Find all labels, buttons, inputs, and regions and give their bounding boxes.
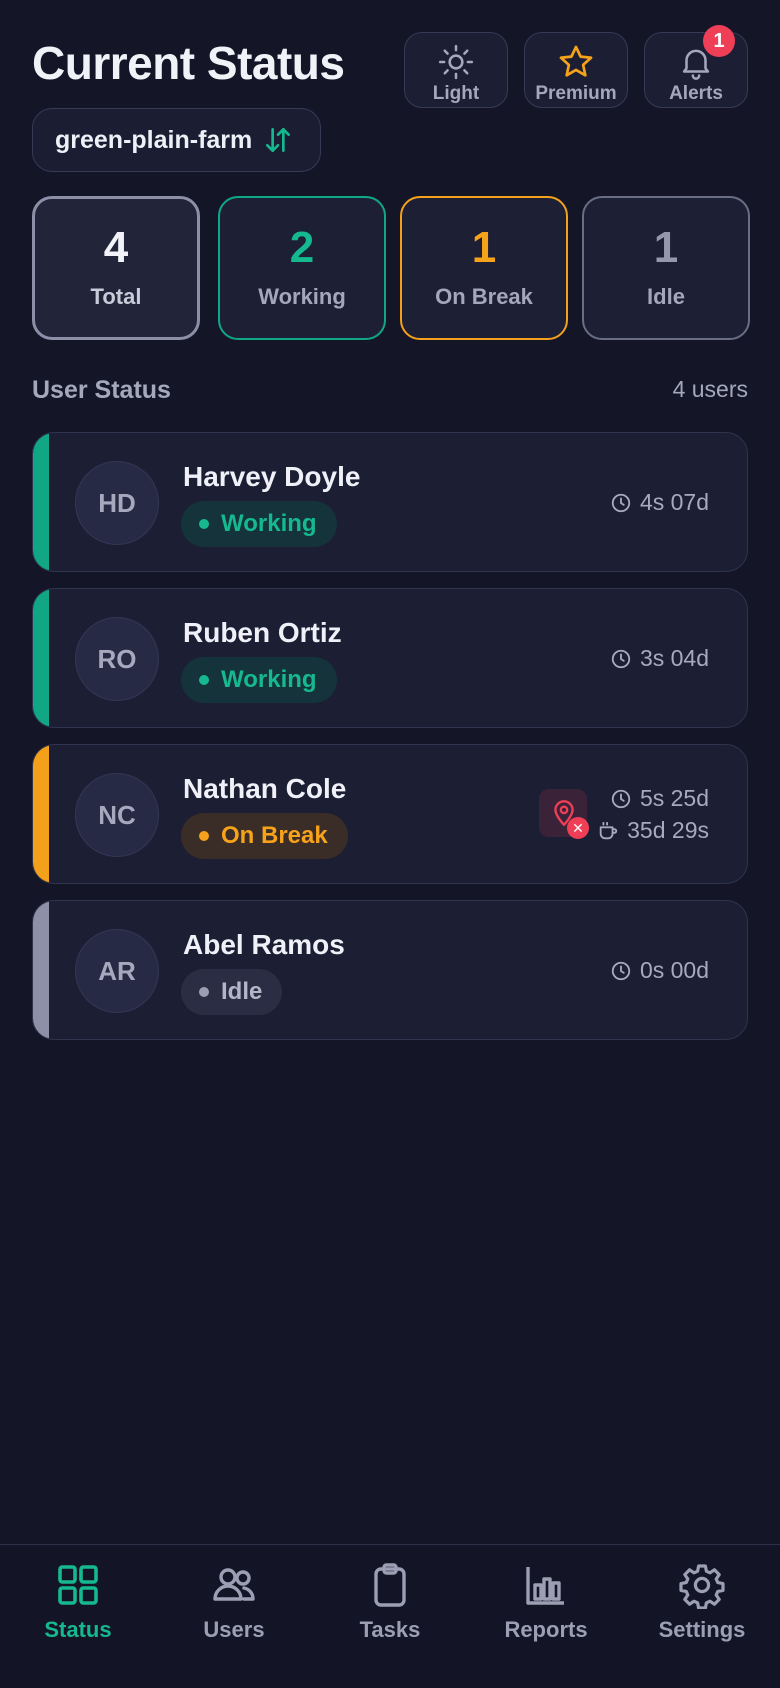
user-name: Harvey Doyle [183, 461, 361, 492]
stat-idle-value: 1 [653, 223, 679, 272]
status-badge: On Break [181, 813, 348, 859]
nav-item-status[interactable]: Status [0, 1561, 156, 1643]
work-duration-value: 0s 00d [639, 957, 709, 983]
alerts-count-badge: 1 [703, 25, 735, 57]
status-badge: Idle [181, 969, 283, 1015]
status-bar [33, 745, 49, 883]
status-badge: Working [181, 501, 337, 547]
clock-icon [611, 649, 631, 668]
clock-icon [611, 789, 631, 808]
status-label: Idle [221, 978, 263, 1005]
stat-on-break-card[interactable]: 1 On Break [400, 196, 568, 340]
user-row-ruben-ortiz[interactable]: RO Ruben Ortiz Working 3s 04d [32, 588, 748, 728]
gear-icon [679, 1564, 725, 1609]
nav-label: Reports [504, 1617, 588, 1642]
light-mode-label: Light [432, 83, 480, 104]
status-bar [33, 589, 49, 727]
stat-idle-card[interactable]: 1 Idle [582, 196, 750, 340]
work-duration-value: 4s 07d [639, 489, 709, 515]
clock-icon [611, 493, 631, 512]
nav-label: Tasks [359, 1617, 421, 1642]
stat-working-label: Working [258, 284, 346, 309]
work-duration: 3s 04d [610, 645, 709, 672]
star-icon [559, 45, 593, 77]
status-dot [199, 675, 209, 685]
nav-item-tasks[interactable]: Tasks [312, 1561, 468, 1643]
farm-name: green-plain-farm [55, 125, 253, 154]
status-label: Working [221, 510, 317, 537]
avatar: NC [75, 773, 159, 857]
status-screen: Current Status Light Premium Alerts 1 gr… [0, 0, 780, 1688]
user-row-harvey-doyle[interactable]: HD Harvey Doyle Working 4s 07d [32, 432, 748, 572]
status-dot [199, 519, 209, 529]
alerts-button[interactable]: Alerts 1 [644, 25, 748, 108]
clock-icon [611, 961, 631, 980]
stat-total-label: Total [90, 284, 142, 309]
user-name: Ruben Ortiz [183, 617, 342, 648]
status-bar [33, 901, 49, 1039]
stat-total-value: 4 [103, 223, 129, 272]
stat-on-break-value: 1 [471, 223, 497, 272]
stat-idle-label: Idle [647, 284, 685, 309]
page-title: Current Status [32, 37, 345, 89]
stat-on-break-label: On Break [435, 284, 533, 309]
user-row-nathan-cole[interactable]: NC Nathan Cole On Break ✕ 5s 25d 35d 29s [32, 744, 748, 884]
work-duration: 4s 07d [610, 489, 709, 516]
work-duration-value: 5s 25d [639, 785, 709, 811]
work-duration-value: 3s 04d [639, 645, 709, 671]
alerts-label: Alerts [669, 83, 723, 104]
coffee-cup-icon [599, 821, 618, 839]
bar-chart-icon [526, 1567, 564, 1605]
nav-label: Users [203, 1617, 265, 1642]
work-duration: 5s 25d [610, 785, 709, 812]
status-label: Working [221, 666, 317, 693]
premium-label: Premium [535, 83, 617, 104]
sun-icon [438, 44, 474, 80]
user-name: Abel Ramos [183, 929, 345, 960]
status-dot [199, 831, 209, 841]
break-duration-value: 35d 29s [627, 817, 709, 843]
status-bar [33, 433, 49, 571]
location-off-button[interactable]: ✕ [539, 789, 589, 839]
nav-label: Status [44, 1617, 112, 1642]
nav-item-reports[interactable]: Reports [468, 1561, 624, 1643]
status-label: On Break [221, 822, 328, 849]
work-duration: 0s 00d [610, 957, 709, 984]
light-mode-button[interactable]: Light [404, 32, 508, 108]
avatar: AR [75, 929, 159, 1013]
users-icon [213, 1568, 255, 1601]
bottom-nav: Status Users Tasks Reports Settings [0, 1544, 780, 1688]
swap-icon [266, 128, 291, 152]
farm-selector[interactable]: green-plain-farm [32, 108, 322, 172]
nav-item-settings[interactable]: Settings [624, 1561, 780, 1643]
user-row-abel-ramos[interactable]: AR Abel Ramos Idle 0s 00d [32, 900, 748, 1040]
nav-label: Settings [658, 1617, 746, 1642]
stat-working-card[interactable]: 2 Working [218, 196, 386, 340]
nav-item-users[interactable]: Users [156, 1561, 312, 1643]
break-duration: 35d 29s [597, 817, 709, 844]
location-off-icon: ✕ [567, 817, 589, 839]
avatar: RO [75, 617, 159, 701]
status-badge: Working [181, 657, 337, 703]
user-name: Nathan Cole [183, 773, 347, 804]
section-title: User Status [32, 376, 171, 404]
avatar: HD [75, 461, 159, 545]
grid-icon [58, 1565, 98, 1605]
user-count: 4 users [672, 376, 748, 402]
status-dot [199, 987, 209, 997]
premium-button[interactable]: Premium [524, 32, 628, 108]
stat-total-card[interactable]: 4 Total [32, 196, 200, 340]
clipboard-icon [374, 1563, 406, 1607]
stat-working-value: 2 [289, 223, 315, 272]
